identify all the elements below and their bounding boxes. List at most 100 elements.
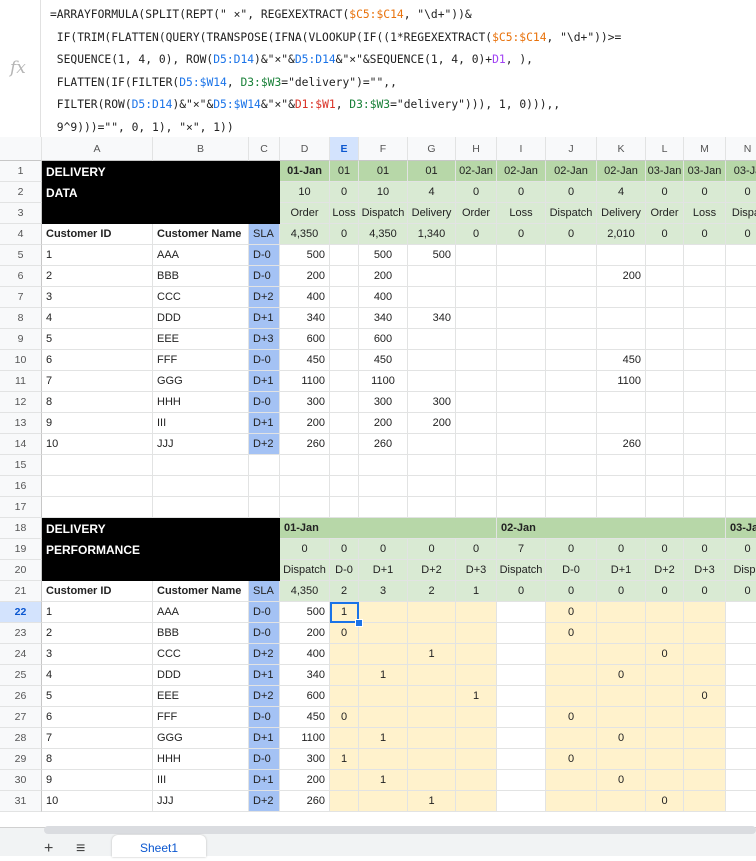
empty-cell[interactable] — [597, 476, 646, 497]
total-cell[interactable]: 2 — [330, 581, 359, 602]
row-header[interactable]: 29 — [0, 749, 42, 770]
row-header[interactable]: 11 — [0, 371, 42, 392]
on-time-flag[interactable]: 1 — [359, 665, 408, 686]
empty-cell[interactable] — [497, 770, 546, 791]
total-cell[interactable]: 0 — [597, 581, 646, 602]
empty-cell[interactable] — [646, 749, 684, 770]
dispatch-cell[interactable]: 260 — [280, 791, 330, 812]
empty-cell[interactable] — [456, 287, 497, 308]
date-header[interactable]: 01-Jan — [280, 518, 497, 539]
empty-cell[interactable] — [546, 455, 597, 476]
empty-cell[interactable] — [456, 707, 497, 728]
status-header[interactable]: Dispatch — [359, 203, 408, 224]
row-header[interactable]: 13 — [0, 413, 42, 434]
order-cell[interactable]: 260 — [280, 434, 330, 455]
column-header[interactable]: M — [684, 137, 726, 161]
empty-cell[interactable] — [497, 707, 546, 728]
empty-cell[interactable] — [280, 497, 330, 518]
date-header[interactable]: 02-Jan — [456, 161, 497, 182]
delivery-cell[interactable] — [408, 434, 456, 455]
empty-cell[interactable] — [646, 245, 684, 266]
empty-cell[interactable] — [726, 434, 756, 455]
empty-cell[interactable] — [726, 476, 756, 497]
dispatch-cell[interactable]: 200 — [280, 623, 330, 644]
on-time-flag[interactable]: 0 — [646, 791, 684, 812]
customer-id[interactable]: 2 — [42, 623, 153, 644]
empty-cell[interactable] — [330, 791, 359, 812]
empty-cell[interactable] — [330, 287, 359, 308]
empty-cell[interactable] — [359, 497, 408, 518]
customer-id[interactable]: 7 — [42, 728, 153, 749]
order-cell[interactable]: 300 — [280, 392, 330, 413]
empty-cell[interactable] — [408, 455, 456, 476]
count-cell[interactable]: 0 — [646, 182, 684, 203]
empty-cell[interactable] — [646, 686, 684, 707]
customer-name[interactable]: EEE — [153, 329, 249, 350]
delivery-cell[interactable] — [408, 350, 456, 371]
sla-cell[interactable]: D+1 — [249, 371, 280, 392]
on-time-flag[interactable]: 0 — [597, 728, 646, 749]
empty-cell[interactable] — [497, 266, 546, 287]
formula-text[interactable]: =ARRAYFORMULA(SPLIT(REPT(" ×", REGEXEXTR… — [50, 4, 621, 140]
column-header[interactable]: D — [280, 137, 330, 161]
sla-bucket-header[interactable]: Dispa — [726, 560, 756, 581]
empty-cell[interactable] — [456, 770, 497, 791]
empty-cell[interactable] — [597, 791, 646, 812]
empty-cell[interactable] — [684, 434, 726, 455]
empty-cell[interactable] — [497, 371, 546, 392]
customer-id[interactable]: 3 — [42, 287, 153, 308]
dispatch-cell[interactable]: 450 — [359, 350, 408, 371]
date-header[interactable]: 01 — [408, 161, 456, 182]
row-header[interactable]: 4 — [0, 224, 42, 245]
empty-cell[interactable] — [280, 455, 330, 476]
empty-cell[interactable] — [546, 791, 597, 812]
delivery-cell[interactable] — [408, 266, 456, 287]
count-cell[interactable]: 0 — [280, 539, 330, 560]
dispatch-cell[interactable]: 300 — [359, 392, 408, 413]
empty-cell[interactable] — [646, 350, 684, 371]
header-customer-id[interactable]: Customer ID — [42, 581, 153, 602]
order-cell[interactable]: 400 — [280, 287, 330, 308]
dispatch-cell[interactable]: 260 — [359, 434, 408, 455]
empty-cell[interactable] — [684, 602, 726, 623]
row-header[interactable]: 26 — [0, 686, 42, 707]
empty-cell[interactable] — [684, 728, 726, 749]
date-header[interactable]: 02-Jan — [546, 161, 597, 182]
row-header[interactable]: 6 — [0, 266, 42, 287]
total-cell[interactable]: 4,350 — [280, 224, 330, 245]
empty-cell[interactable] — [597, 602, 646, 623]
sla-bucket-header[interactable]: Dispatch — [497, 560, 546, 581]
empty-cell[interactable] — [456, 371, 497, 392]
count-cell[interactable]: 0 — [726, 539, 756, 560]
empty-cell[interactable] — [330, 413, 359, 434]
empty-cell[interactable] — [497, 728, 546, 749]
sla-bucket-header[interactable]: D+2 — [408, 560, 456, 581]
empty-cell[interactable] — [646, 770, 684, 791]
empty-cell[interactable] — [497, 623, 546, 644]
empty-cell[interactable] — [546, 665, 597, 686]
empty-cell[interactable] — [726, 371, 756, 392]
total-cell[interactable]: 2 — [408, 581, 456, 602]
count-cell[interactable]: 4 — [408, 182, 456, 203]
empty-cell[interactable] — [646, 413, 684, 434]
delivery-cell[interactable] — [597, 413, 646, 434]
empty-cell[interactable] — [597, 497, 646, 518]
sla-cell[interactable]: D+2 — [249, 434, 280, 455]
sla-cell[interactable]: D-0 — [249, 749, 280, 770]
empty-cell[interactable] — [249, 476, 280, 497]
empty-cell[interactable] — [597, 644, 646, 665]
empty-cell[interactable] — [646, 707, 684, 728]
row-header[interactable]: 18 — [0, 518, 42, 539]
on-time-flag[interactable]: 0 — [546, 623, 597, 644]
empty-cell[interactable] — [497, 287, 546, 308]
on-time-flag[interactable]: 1 — [359, 728, 408, 749]
empty-cell[interactable] — [456, 644, 497, 665]
empty-cell[interactable] — [408, 749, 456, 770]
date-header[interactable]: 02-Jan — [497, 161, 546, 182]
empty-cell[interactable] — [684, 245, 726, 266]
on-time-flag[interactable]: 1 — [408, 791, 456, 812]
row-header[interactable]: 12 — [0, 392, 42, 413]
delivery-cell[interactable]: 340 — [408, 308, 456, 329]
sla-cell[interactable]: D+1 — [249, 308, 280, 329]
empty-cell[interactable] — [684, 497, 726, 518]
